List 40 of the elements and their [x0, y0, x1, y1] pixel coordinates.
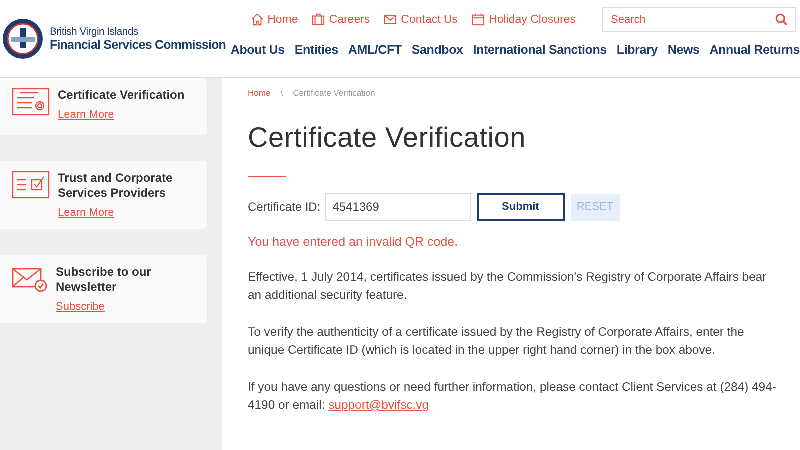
nav-link[interactable]: Entities: [294, 43, 338, 57]
logo-subtitle: British Virgin Islands: [50, 26, 140, 38]
calendar-icon: [472, 13, 486, 26]
logo-title: Financial Services Commission: [50, 38, 226, 52]
home-icon: [250, 13, 264, 26]
search-icon[interactable]: [775, 13, 788, 26]
search-field[interactable]: Search: [602, 7, 796, 32]
top-link[interactable]: Contact Us: [384, 13, 458, 26]
submit-button[interactable]: Submit: [476, 193, 565, 221]
briefcase-icon: [312, 13, 326, 26]
paragraph: To verify the authenticity of a certificate issued by the Registry of Corporate Affairs, enter the unique Certificate ID (which is located in the upper right hand corner) in the box above.: [248, 324, 746, 359]
card-title: Certificate Verification: [58, 88, 185, 103]
nav-link[interactable]: International Sanctions: [473, 43, 607, 57]
nav-link[interactable]: About Us: [230, 43, 285, 57]
page-title: Certificate Verification: [248, 122, 527, 154]
top-link[interactable]: Careers: [312, 13, 370, 26]
nav-link[interactable]: News: [668, 43, 700, 57]
certificate-icon: [12, 88, 50, 116]
nav-link[interactable]: Annual Returns: [710, 43, 800, 57]
card-title: Subscribe to our Newsletter: [56, 265, 152, 295]
breadcrumb-item[interactable]: Home: [248, 88, 271, 98]
paragraph: Effective, 1 July 2014, certificates issued by the Commission's Registry of Corporate Affairs bear an additional security feature.: [248, 269, 768, 304]
email-link[interactable]: support@bvifsc.vg: [328, 398, 430, 412]
envelope-icon: [384, 13, 398, 26]
paragraph: If you have any questions or need further information, please contact Client Services at (284) 494-4190 or email: support@bvifsc.vg: [248, 379, 778, 414]
field-label: Certificate ID:: [248, 200, 321, 214]
card-title: Trust and Corporate Services Providers: [58, 171, 174, 201]
breadcrumb-separator: \: [280, 88, 284, 98]
nav-link[interactable]: Library: [616, 43, 658, 57]
card-link[interactable]: Learn More: [58, 207, 197, 219]
checklist-icon: [12, 171, 50, 199]
top-link[interactable]: Home: [250, 13, 298, 26]
card-link[interactable]: Learn More: [58, 109, 185, 121]
certificate-id-field[interactable]: 4541369: [324, 193, 471, 221]
top-link[interactable]: Holiday Closures: [472, 13, 576, 26]
error-message: You have entered an invalid QR code.: [248, 235, 460, 249]
nav-link[interactable]: AML/CFT: [348, 43, 402, 57]
card-link[interactable]: Subscribe: [56, 301, 197, 313]
breadcrumb-item: Certificate Verification: [293, 88, 376, 98]
nav-link[interactable]: Sandbox: [412, 43, 464, 57]
